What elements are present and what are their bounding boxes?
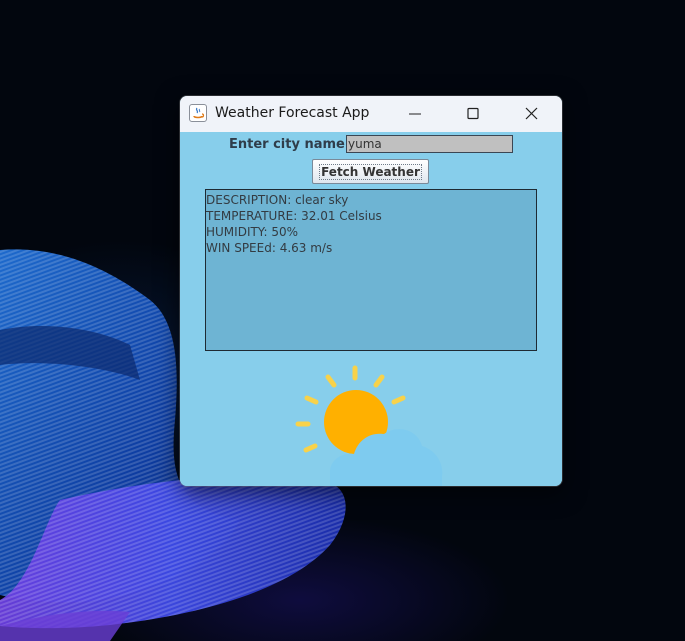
minimize-icon: [409, 113, 421, 115]
content-panel: Enter city name: Fetch Weather DESCRIPTI…: [180, 132, 562, 486]
fetch-weather-button[interactable]: Fetch Weather: [312, 159, 429, 184]
city-name-label: Enter city name:: [229, 137, 351, 152]
close-icon: [525, 107, 538, 120]
weather-info-textarea[interactable]: DESCRIPTION: clear sky TEMPERATURE: 32.0…: [205, 189, 537, 351]
temperature-line: TEMPERATURE: 32.01 Celsius: [206, 209, 382, 223]
maximize-icon: [467, 107, 479, 120]
humidity-line: HUMIDITY: 50%: [206, 225, 299, 239]
wind-speed-line: WIN SPEEd: 4.63 m/s: [206, 241, 333, 255]
app-window: Weather Forecast App Enter city name: Fe…: [180, 96, 562, 486]
maximize-button[interactable]: [444, 96, 502, 132]
window-title: Weather Forecast App: [215, 105, 370, 121]
sun-behind-cloud-icon: [295, 365, 443, 486]
title-bar[interactable]: Weather Forecast App: [180, 96, 562, 132]
city-name-input[interactable]: [346, 135, 513, 153]
minimize-button[interactable]: [386, 96, 444, 132]
fetch-weather-label: Fetch Weather: [319, 163, 422, 180]
description-line: DESCRIPTION: clear sky: [206, 193, 349, 207]
close-button[interactable]: [502, 96, 560, 132]
java-icon: [189, 104, 207, 122]
